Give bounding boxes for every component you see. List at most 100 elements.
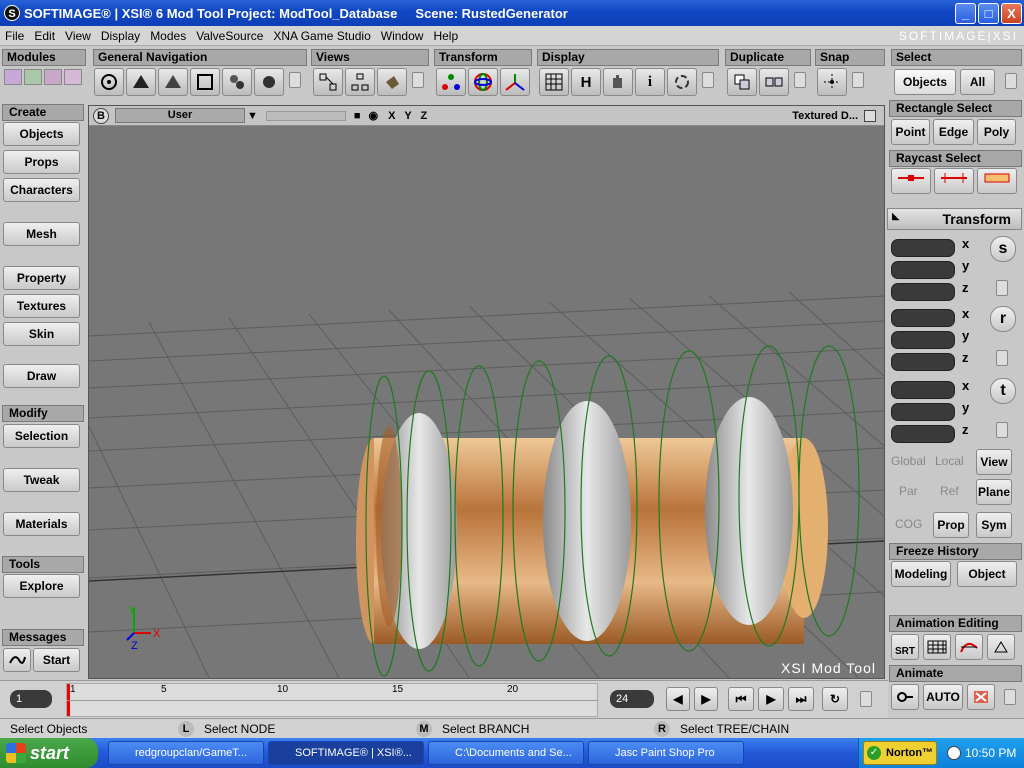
- viewport-camera-icon[interactable]: ■: [354, 110, 361, 122]
- scale-button[interactable]: s: [990, 236, 1016, 262]
- sym-option-button[interactable]: Sym: [976, 512, 1012, 538]
- taskbar-item-paintshop[interactable]: Jasc Paint Shop Pro: [588, 741, 744, 765]
- duplicate-instance-icon[interactable]: [759, 68, 789, 96]
- srt-button[interactable]: SRT: [891, 634, 919, 660]
- display-hand-icon[interactable]: [603, 68, 633, 96]
- modify-tweak-button[interactable]: Tweak: [3, 468, 80, 492]
- rotate-x-field[interactable]: [891, 309, 955, 327]
- create-textures-button[interactable]: Textures: [3, 294, 80, 318]
- translate-x-field[interactable]: [891, 381, 955, 399]
- start-button[interactable]: start: [0, 738, 98, 768]
- create-skin-button[interactable]: Skin: [3, 322, 80, 346]
- navigation-orbit-icon[interactable]: [94, 68, 124, 96]
- menu-view[interactable]: View: [60, 29, 96, 43]
- translate-pin-icon[interactable]: [996, 422, 1008, 438]
- play-icon[interactable]: ▶: [758, 687, 784, 711]
- rotate-pin-icon[interactable]: [996, 350, 1008, 366]
- display-hide-button[interactable]: H: [571, 68, 601, 96]
- raycast-poly-icon[interactable]: [977, 168, 1017, 194]
- snap-pin-icon[interactable]: [852, 72, 864, 88]
- camera-dropdown-icon[interactable]: ▼: [247, 110, 258, 122]
- object-button[interactable]: Object: [957, 561, 1017, 587]
- create-property-button[interactable]: Property: [3, 266, 80, 290]
- menu-window[interactable]: Window: [376, 29, 429, 43]
- viewport-eye-icon[interactable]: ◉: [369, 109, 379, 122]
- prop-option-button[interactable]: Prop: [933, 512, 969, 538]
- scale-x-field[interactable]: [891, 239, 955, 257]
- rotate-z-field[interactable]: [891, 353, 955, 371]
- display-refresh-icon[interactable]: [667, 68, 697, 96]
- modify-selection-button[interactable]: Selection: [3, 424, 80, 448]
- raycast-point-icon[interactable]: [891, 168, 931, 194]
- scale-z-field[interactable]: [891, 283, 955, 301]
- viewport-axes-label[interactable]: X Y Z: [388, 110, 430, 122]
- messages-start-button[interactable]: Start: [33, 648, 80, 672]
- module-swatch-purple[interactable]: [4, 69, 22, 85]
- views-hand-icon[interactable]: [377, 68, 407, 96]
- duplicate-pin-icon[interactable]: [794, 72, 806, 88]
- menu-display[interactable]: Display: [96, 29, 145, 43]
- current-frame-field[interactable]: 1: [10, 690, 52, 708]
- navigation-frame-all-icon[interactable]: [222, 68, 252, 96]
- create-draw-button[interactable]: Draw: [3, 364, 80, 388]
- menu-modes[interactable]: Modes: [145, 29, 191, 43]
- end-frame-field[interactable]: 24: [610, 690, 654, 708]
- display-grid-icon[interactable]: [539, 68, 569, 96]
- loop-icon[interactable]: ↻: [822, 687, 848, 711]
- display-info-button[interactable]: i: [635, 68, 665, 96]
- minimize-button[interactable]: _: [955, 3, 976, 24]
- step-back-icon[interactable]: ◀: [666, 687, 690, 711]
- step-forward-icon[interactable]: ▶: [694, 687, 718, 711]
- menu-edit[interactable]: Edit: [29, 29, 60, 43]
- key-icon[interactable]: [891, 684, 919, 710]
- taskbar-item-browser[interactable]: redgroupclan/GameT...: [108, 741, 264, 765]
- scale-y-field[interactable]: [891, 261, 955, 279]
- navigation-pin-icon[interactable]: [289, 72, 301, 88]
- duplicate-icon[interactable]: [727, 68, 757, 96]
- app-icon[interactable]: S: [4, 5, 20, 21]
- timeline-track[interactable]: 1 5 10 15 20: [66, 683, 598, 717]
- auto-key-button[interactable]: AUTO: [923, 684, 963, 710]
- rotate-y-field[interactable]: [891, 331, 955, 349]
- navigation-reset-icon[interactable]: [254, 68, 284, 96]
- global-option[interactable]: Global: [891, 454, 926, 468]
- go-to-start-icon[interactable]: ⏮: [728, 687, 754, 711]
- navigation-dolly-icon[interactable]: [158, 68, 188, 96]
- viewport[interactable]: B User ▼ ■ ◉ X Y Z Textured D... Y X Z X…: [88, 105, 885, 679]
- views-schematic-icon[interactable]: [313, 68, 343, 96]
- views-pin-icon[interactable]: [412, 72, 424, 88]
- taskbar-item-explorer[interactable]: C:\Documents and Se...: [428, 741, 584, 765]
- views-explorer-icon[interactable]: [345, 68, 375, 96]
- animate-pin-icon[interactable]: [1004, 689, 1016, 705]
- module-swatch-magenta[interactable]: [64, 69, 82, 85]
- navigation-pan-icon[interactable]: [126, 68, 156, 96]
- view-option-button[interactable]: View: [976, 449, 1012, 475]
- create-mesh-button[interactable]: Mesh: [3, 222, 80, 246]
- module-swatch-pink[interactable]: [44, 69, 62, 85]
- select-objects-button[interactable]: Objects: [894, 69, 956, 95]
- display-mode-label[interactable]: Textured D...: [792, 110, 858, 122]
- modify-materials-button[interactable]: Materials: [3, 512, 80, 536]
- raycast-edge-icon[interactable]: [934, 168, 974, 194]
- edge-select-button[interactable]: Edge: [933, 119, 974, 145]
- module-swatch-green[interactable]: [24, 69, 42, 85]
- translate-z-field[interactable]: [891, 425, 955, 443]
- plane-option-button[interactable]: Plane: [976, 479, 1012, 505]
- rotate-button[interactable]: r: [990, 306, 1016, 332]
- create-objects-button[interactable]: Objects: [3, 122, 80, 146]
- local-option[interactable]: Local: [935, 454, 964, 468]
- script-editor-icon[interactable]: [3, 648, 31, 672]
- create-characters-button[interactable]: Characters: [3, 178, 80, 202]
- camera-select[interactable]: User: [115, 108, 245, 123]
- translate-button[interactable]: t: [990, 378, 1016, 404]
- display-pin-icon[interactable]: [702, 72, 714, 88]
- menu-file[interactable]: File: [0, 29, 29, 43]
- ref-option[interactable]: Ref: [940, 484, 959, 498]
- menu-xna[interactable]: XNA Game Studio: [268, 29, 375, 43]
- timeline-pin-icon[interactable]: [860, 691, 872, 707]
- poly-select-button[interactable]: Poly: [977, 119, 1016, 145]
- scale-pin-icon[interactable]: [996, 280, 1008, 296]
- tools-explore-button[interactable]: Explore: [3, 574, 80, 598]
- animation-layers-icon[interactable]: [987, 634, 1015, 660]
- menu-valvesource[interactable]: ValveSource: [191, 29, 268, 43]
